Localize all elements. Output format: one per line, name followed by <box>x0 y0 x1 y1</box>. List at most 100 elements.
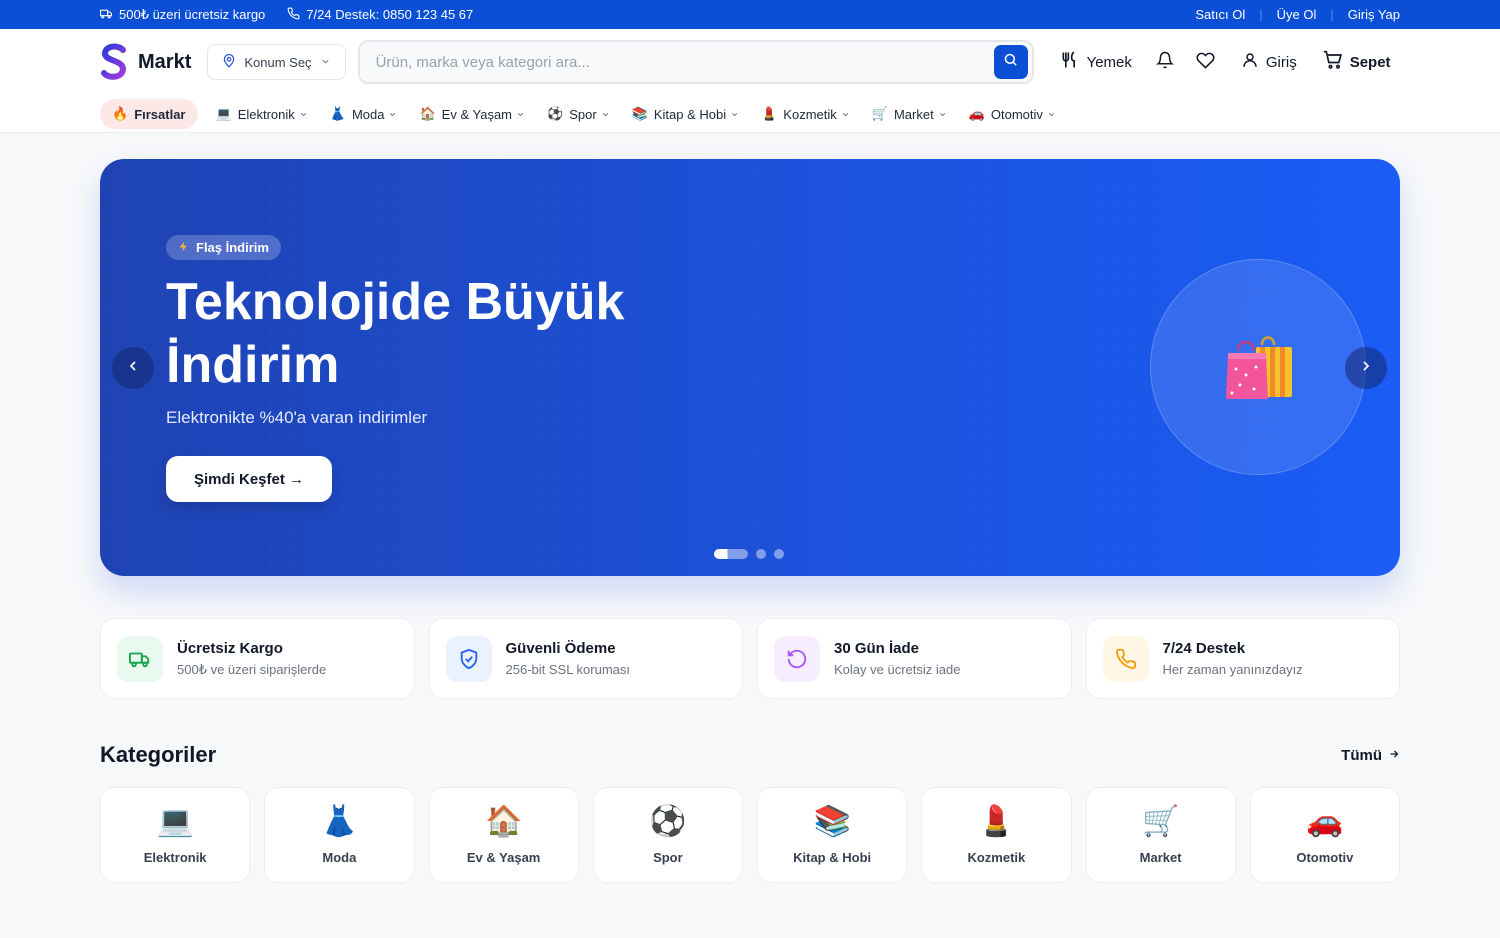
phone-icon <box>1102 635 1149 682</box>
nav-item-deals[interactable]: 🔥 Fırsatlar <box>100 99 198 129</box>
view-all-link[interactable]: Tümü <box>1341 747 1400 764</box>
chevron-down-icon <box>842 112 848 116</box>
books-icon: 📚 <box>631 106 648 121</box>
category-card-books[interactable]: 📚 Kitap & Hobi <box>757 787 908 883</box>
truck-icon <box>117 635 163 682</box>
nav-item-electronics[interactable]: 💻 Elektronik <box>216 106 308 122</box>
nav-item-label: Elektronik <box>237 106 295 122</box>
category-card-market[interactable]: 🛒 Market <box>1085 787 1236 883</box>
chevron-down-icon <box>939 112 945 116</box>
cart-icon <box>1323 50 1343 74</box>
feature-subtitle: 256-bit SSL koruması <box>505 662 631 677</box>
location-selector[interactable]: Konum Seç <box>207 44 346 80</box>
chevron-down-icon <box>602 112 608 116</box>
brand-name: Markt <box>138 50 192 73</box>
chevron-down-icon <box>732 112 738 116</box>
food-button[interactable]: Yemek <box>1060 50 1132 74</box>
category-label: Kitap & Hobi <box>793 849 872 865</box>
register-link[interactable]: Üye Ol <box>1277 7 1317 22</box>
category-label: Moda <box>322 849 357 865</box>
category-card-electronics[interactable]: 💻 Elektronik <box>100 787 251 883</box>
slide-dot-2[interactable] <box>756 549 766 559</box>
category-card-automotive[interactable]: 🚗 Otomotiv <box>1249 787 1400 883</box>
notifications-button[interactable] <box>1155 51 1175 73</box>
shield-icon <box>445 635 492 682</box>
chevron-down-icon <box>390 112 396 116</box>
logo-icon <box>101 43 127 80</box>
category-card-sports[interactable]: ⚽ Spor <box>592 787 743 883</box>
nav-item-label: Spor <box>569 106 597 122</box>
feature-subtitle: 500₺ ve üzeri siparişlerde <box>177 661 327 677</box>
feature-title: Ücretsiz Kargo <box>177 639 283 657</box>
favorites-button[interactable] <box>1196 51 1215 74</box>
explore-button[interactable]: Şimdi Keşfet → <box>166 456 332 502</box>
map-pin-icon <box>222 53 236 71</box>
slide-dot-3[interactable] <box>774 549 784 559</box>
features-row: Ücretsiz Kargo 500₺ ve üzeri siparişlerd… <box>100 618 1400 699</box>
laptop-icon: 💻 <box>215 106 232 121</box>
login-button[interactable]: Giriş <box>1241 51 1297 73</box>
dress-icon: 👗 <box>329 106 346 121</box>
feature-title: 30 Gün İade <box>834 640 920 657</box>
shopping-bags-icon <box>1226 336 1292 399</box>
search-button[interactable] <box>993 45 1028 79</box>
nav-item-sports[interactable]: ⚽ Spor <box>547 106 610 122</box>
category-card-cosmetics[interactable]: 💄 Kozmetik <box>921 787 1072 883</box>
slide-dot-1[interactable] <box>714 549 748 559</box>
view-all-label: Tümü <box>1341 746 1382 764</box>
nav-item-label: Kozmetik <box>783 106 837 122</box>
lipstick-icon: 💄 <box>761 106 778 121</box>
nav-item-cosmetics[interactable]: 💄 Kozmetik <box>761 106 850 122</box>
search-bar <box>357 40 1034 84</box>
cart-label: Sepet <box>1349 53 1391 71</box>
hero-banner: Flaş İndirim Teknolojide Büyük İndirim E… <box>100 159 1400 576</box>
feature-title: Güvenli Ödeme <box>505 640 616 657</box>
location-label: Konum Seç <box>244 54 312 70</box>
chevron-down-icon <box>320 55 331 70</box>
lightning-icon <box>178 240 189 255</box>
truck-icon <box>100 7 113 23</box>
bell-icon <box>1155 51 1175 73</box>
car-icon: 🚗 <box>1306 804 1344 838</box>
food-label: Yemek <box>1086 53 1132 71</box>
nav-item-automotive[interactable]: 🚗 Otomotiv <box>969 106 1056 122</box>
divider: | <box>1330 7 1334 22</box>
utensils-icon <box>1060 50 1080 74</box>
chevron-right-icon <box>1358 358 1374 379</box>
category-label: Market <box>1139 849 1182 865</box>
category-card-home[interactable]: 🏠 Ev & Yaşam <box>428 787 579 883</box>
categories-header: Kategoriler Tümü <box>100 742 1400 768</box>
fire-icon: 🔥 <box>112 106 129 121</box>
soccer-ball-icon: ⚽ <box>649 804 687 838</box>
feature-subtitle: Her zaman yanınızdayız <box>1162 662 1303 677</box>
soccer-ball-icon: ⚽ <box>547 106 564 121</box>
support-info: 7/24 Destek: 0850 123 45 67 <box>287 7 473 23</box>
logo[interactable]: Markt <box>100 43 191 81</box>
hero-title: Teknolojide Büyük İndirim <box>166 273 625 394</box>
feature-subtitle: Kolay ve ücretsiz iade <box>834 662 961 677</box>
nav-item-home[interactable]: 🏠 Ev & Yaşam <box>419 106 525 122</box>
nav-item-label: Fırsatlar <box>134 106 186 122</box>
arrow-right-icon <box>1388 747 1400 764</box>
nav-item-fashion[interactable]: 👗 Moda <box>330 106 398 122</box>
category-card-fashion[interactable]: 👗 Moda <box>264 787 415 883</box>
car-icon: 🚗 <box>968 106 985 121</box>
login-link[interactable]: Giriş Yap <box>1348 7 1400 22</box>
category-label: Elektronik <box>143 849 207 865</box>
shipping-text: 500₺ üzeri ücretsiz kargo <box>119 6 266 22</box>
prev-slide-button[interactable] <box>112 347 154 389</box>
nav-item-label: Moda <box>351 106 385 122</box>
next-slide-button[interactable] <box>1345 347 1387 389</box>
chevron-down-icon <box>1048 112 1054 116</box>
nav-item-market[interactable]: 🛒 Market <box>872 106 947 122</box>
cart-button[interactable]: Sepet <box>1323 50 1391 74</box>
house-icon: 🏠 <box>484 804 523 838</box>
hero-subtitle: Elektronikte %40'a varan indirimler <box>166 408 428 427</box>
search-input[interactable] <box>375 53 994 71</box>
seller-link[interactable]: Satıcı Ol <box>1195 7 1245 22</box>
flash-sale-badge: Flaş İndirim <box>166 235 281 260</box>
nav-item-books[interactable]: 📚 Kitap & Hobi <box>632 106 739 122</box>
categories-grid: 💻 Elektronik 👗 Moda 🏠 Ev & Yaşam ⚽ Spor … <box>100 787 1400 883</box>
divider: | <box>1259 7 1263 22</box>
section-title: Kategoriler <box>100 742 217 767</box>
